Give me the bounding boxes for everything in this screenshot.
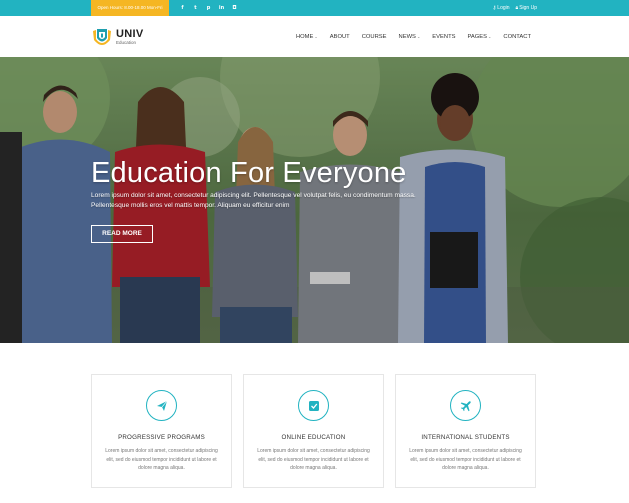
feature-card: INTERNATIONAL STUDENTS Lorem ipsum dolor…	[395, 374, 536, 488]
site-logo[interactable]: UNIV Education	[91, 26, 143, 48]
key-icon: ⚷	[492, 5, 497, 11]
nav-label: ABOUT	[329, 33, 350, 40]
hero-description: Lorem ipsum dolor sit amet, consectetur …	[91, 192, 416, 209]
pinterest-icon[interactable]: p	[202, 5, 215, 11]
nav-item-pages[interactable]: PAGES ⌄	[462, 34, 498, 40]
hero-title: Education For Everyone	[91, 157, 407, 189]
feature-description: Lorem ipsum dolor sit amet, consectetur …	[257, 448, 370, 471]
linkedin-icon[interactable]: in	[215, 5, 228, 11]
instagram-icon[interactable]: ◘	[228, 5, 241, 11]
features-section: PROGRESSIVE PROGRAMS Lorem ipsum dolor s…	[91, 374, 537, 492]
nav-item-about[interactable]: ABOUT	[324, 34, 356, 40]
logo-subtitle: Education	[116, 39, 137, 45]
nav-item-home[interactable]: HOME ⌄	[290, 34, 324, 40]
feature-icon-circle	[450, 390, 481, 421]
nav-item-news[interactable]: NEWS ⌄	[393, 34, 427, 40]
feature-title: PROGRESSIVE PROGRAMS	[118, 434, 205, 441]
nav-item-events[interactable]: EVENTS	[426, 34, 461, 40]
checkbox-icon	[308, 400, 319, 411]
login-link[interactable]: ⚷ Login	[493, 5, 510, 11]
nav-label: CONTACT	[503, 33, 531, 40]
feature-description: Lorem ipsum dolor sit amet, consectetur …	[409, 448, 522, 471]
nav-item-contact[interactable]: CONTACT	[497, 34, 537, 40]
auth-links: ⚷ Login 🔒︎ Sign Up	[493, 0, 537, 16]
feature-icon-circle	[146, 390, 177, 421]
feature-description: Lorem ipsum dolor sit amet, consectetur …	[105, 448, 218, 471]
site-header: UNIV Education HOME ⌄ ABOUT COURSE NEWS ⌄ …	[0, 16, 629, 57]
main-nav: HOME ⌄ ABOUT COURSE NEWS ⌄ EVENTS PAGES ⌄ C…	[290, 16, 537, 57]
read-more-button[interactable]: READ MORE	[91, 225, 153, 243]
login-label: Login	[497, 5, 510, 11]
feature-icon-circle	[298, 390, 329, 421]
chevron-down-icon: ⌄	[416, 34, 421, 39]
signup-label: Sign Up	[519, 5, 537, 11]
lock-icon: 🔒︎	[515, 5, 519, 11]
nav-label: NEWS	[398, 33, 416, 40]
feature-title: INTERNATIONAL STUDENTS	[421, 434, 510, 441]
twitter-icon[interactable]: t	[189, 5, 202, 11]
chevron-down-icon: ⌄	[314, 34, 318, 39]
feature-card: ONLINE EDUCATION Lorem ipsum dolor sit a…	[243, 374, 384, 488]
nav-item-course[interactable]: COURSE	[356, 34, 393, 40]
facebook-icon[interactable]: f	[176, 5, 189, 11]
open-hours-badge: Open Hours: 8.00-18.00 Mon-Fri	[91, 0, 169, 16]
signup-link[interactable]: 🔒︎ Sign Up	[516, 5, 537, 11]
nav-label: PAGES	[467, 33, 488, 40]
paper-plane-icon	[156, 400, 167, 411]
airplane-icon	[460, 400, 471, 411]
hero-banner: Education For Everyone Lorem ipsum dolor…	[0, 57, 629, 343]
chevron-down-icon: ⌄	[488, 34, 492, 39]
feature-card: PROGRESSIVE PROGRAMS Lorem ipsum dolor s…	[91, 374, 232, 488]
feature-title: ONLINE EDUCATION	[281, 434, 346, 441]
crest-icon	[93, 29, 111, 45]
nav-label: EVENTS	[432, 33, 456, 40]
nav-label: HOME	[295, 33, 314, 40]
logo-name: UNIV	[116, 27, 144, 40]
social-links: f t p in ◘	[176, 0, 241, 16]
top-bar: Open Hours: 8.00-18.00 Mon-Fri f t p in …	[0, 0, 629, 16]
nav-label: COURSE	[361, 33, 387, 40]
